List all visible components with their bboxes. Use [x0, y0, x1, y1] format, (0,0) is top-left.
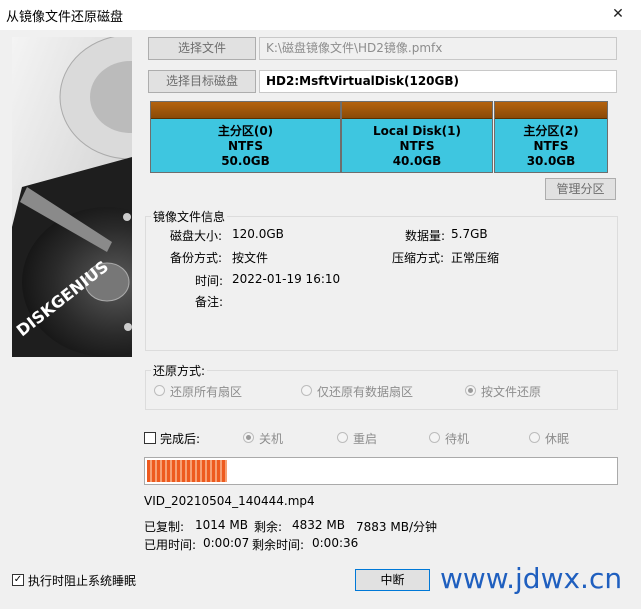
restore-all-label[interactable]: 还原所有扇区	[170, 383, 242, 400]
partition-1[interactable]: Local Disk(1) NTFS 40.0GB	[341, 101, 493, 173]
time-label: 时间:	[195, 274, 224, 288]
backup-mode-label: 备份方式:	[170, 251, 223, 265]
title-bar: 从镜像文件还原磁盘 ✕	[0, 0, 641, 30]
data-amount-label: 数据量:	[405, 229, 446, 243]
partition-2[interactable]: 主分区(2) NTFS 30.0GB	[494, 101, 608, 173]
copied-value: 1014 MB	[195, 518, 248, 532]
partition-fs: NTFS	[533, 139, 569, 153]
remaining-value: 4832 MB	[292, 518, 345, 532]
progress-fill	[147, 460, 227, 482]
shutdown-label[interactable]: 关机	[259, 430, 283, 447]
speed-value: 7883 MB/分钟	[356, 520, 437, 534]
stop-button[interactable]: 中断	[355, 569, 430, 591]
restore-data-label[interactable]: 仅还原有数据扇区	[317, 383, 413, 400]
window-title: 从镜像文件还原磁盘	[6, 10, 124, 25]
disk-size-label: 磁盘大小:	[170, 229, 223, 243]
file-path-field[interactable]: K:\磁盘镜像文件\HD2镜像.pmfx	[259, 37, 617, 60]
note-label: 备注:	[195, 295, 224, 309]
restore-mode-title: 还原方式:	[151, 362, 208, 379]
time-left-label: 剩余时间:	[252, 538, 305, 552]
elapsed-value: 0:00:07	[203, 536, 250, 550]
partition-name: 主分区(2)	[523, 124, 579, 138]
partition-size: 50.0GB	[221, 154, 270, 168]
image-info-title: 镜像文件信息	[151, 208, 228, 225]
backup-mode-value: 按文件	[232, 251, 269, 265]
compress-label: 压缩方式:	[392, 251, 445, 265]
compress-value: 正常压缩	[451, 251, 500, 265]
standby-label[interactable]: 待机	[445, 430, 469, 447]
diskgenius-disk-image: DISKGENIUS	[12, 37, 132, 357]
time-value: 2022-01-19 16:10	[232, 272, 341, 286]
watermark: www.jdwx.cn	[440, 562, 623, 595]
partition-name: Local Disk(1)	[373, 124, 461, 138]
restart-radio[interactable]	[337, 432, 348, 443]
progress-bar	[144, 457, 618, 485]
partition-name: 主分区(0)	[217, 124, 274, 138]
restore-data-radio[interactable]	[301, 385, 312, 396]
hibernate-radio[interactable]	[529, 432, 540, 443]
remaining-label: 剩余:	[254, 520, 283, 534]
partition-size: 40.0GB	[392, 154, 442, 168]
select-target-disk-button[interactable]: 选择目标磁盘	[148, 70, 256, 93]
after-complete-checkbox[interactable]	[144, 432, 156, 444]
restore-by-file-radio[interactable]	[465, 385, 476, 396]
partition-0[interactable]: 主分区(0) NTFS 50.0GB	[150, 101, 341, 173]
restore-all-radio[interactable]	[154, 385, 165, 396]
hibernate-label[interactable]: 休眠	[545, 430, 569, 447]
elapsed-label: 已用时间:	[144, 538, 197, 552]
prevent-sleep-label[interactable]: 执行时阻止系统睡眠	[28, 572, 136, 589]
close-icon[interactable]: ✕	[600, 2, 636, 26]
disk-size-value: 120.0GB	[232, 227, 284, 241]
standby-radio[interactable]	[429, 432, 440, 443]
restore-by-file-label[interactable]: 按文件还原	[481, 383, 541, 400]
shutdown-radio[interactable]	[243, 432, 254, 443]
partition-fs: NTFS	[227, 139, 264, 153]
partition-size: 30.0GB	[526, 154, 576, 168]
data-amount-value: 5.7GB	[451, 227, 488, 241]
manage-partition-button[interactable]: 管理分区	[545, 178, 616, 200]
prevent-sleep-checkbox[interactable]: ✓	[12, 574, 24, 586]
copied-label: 已复制:	[144, 520, 185, 534]
after-complete-label[interactable]: 完成后:	[160, 430, 200, 447]
restart-label[interactable]: 重启	[353, 430, 377, 447]
target-disk-field[interactable]: HD2:MsftVirtualDisk(120GB)	[259, 70, 617, 93]
partition-fs: NTFS	[399, 139, 435, 153]
select-file-button[interactable]: 选择文件	[148, 37, 256, 60]
time-left-value: 0:00:36	[312, 536, 359, 550]
current-file: VID_20210504_140444.mp4	[144, 494, 315, 508]
